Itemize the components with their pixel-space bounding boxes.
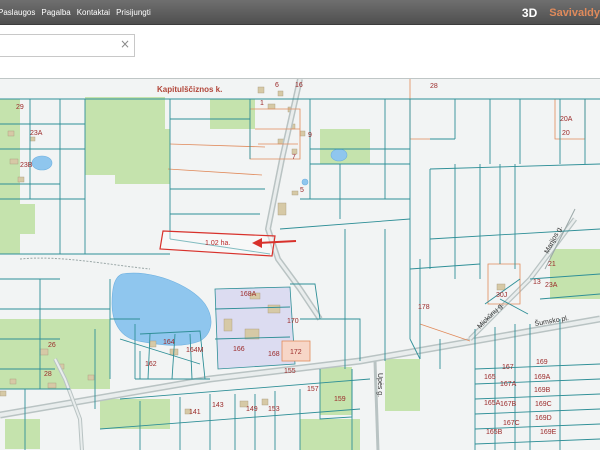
brand-area: 3D Savivaldy (522, 0, 600, 25)
nav-link-prisijungti[interactable]: Prisijungti (116, 8, 151, 17)
parcel-label: 159 (334, 396, 346, 403)
parcel-label: 165B (486, 429, 503, 436)
parcel-label: 20A (560, 116, 573, 123)
parcel-label: 1 (260, 100, 264, 107)
street-label-upes: Upės g. (376, 373, 383, 397)
parcel-label: 166 (233, 346, 245, 353)
parcel-label: 169C (535, 401, 552, 408)
parcel-label: 29 (16, 104, 24, 111)
parcel-label: 169B (534, 387, 551, 394)
nav-link-paslaugos[interactable]: Paslaugos (0, 8, 35, 17)
parcel-label: 7 (292, 154, 296, 161)
search-input[interactable] (0, 35, 114, 56)
parcel-label: 26 (48, 342, 56, 349)
parcel-label: 6 (275, 82, 279, 89)
parcel-label: 23A (30, 130, 43, 137)
parcel-label: 23B (20, 162, 33, 169)
parcel-label: 172 (290, 349, 302, 356)
parcel-label: 28 (430, 83, 438, 90)
parcel-label: 168 (268, 351, 280, 358)
parcel-label: 162 (145, 361, 157, 368)
close-icon[interactable]: × (120, 37, 130, 51)
parcel-label: 167B (500, 401, 517, 408)
parcel-label: 164M (186, 347, 204, 354)
parcel-label: 5 (300, 187, 304, 194)
parcel-label: 153 (268, 406, 280, 413)
parcel-label: 169D (535, 415, 552, 422)
nav-link-pagalba[interactable]: Pagalba (41, 8, 70, 17)
search-box: × (0, 34, 135, 57)
parcel-label: 165 (484, 374, 496, 381)
parcel-label: 149 (246, 406, 258, 413)
parcel-label: 13 (533, 279, 541, 286)
parcel-label: 167C (503, 420, 520, 427)
parcel-label: 23A (545, 282, 558, 289)
parcel-label: 155 (284, 368, 296, 375)
parcel-label: 170 (287, 318, 299, 325)
parcel-label: 20 (562, 130, 570, 137)
parcel-label: 178 (418, 304, 430, 311)
parcel-label: 169E (540, 429, 557, 436)
parcel-label: 169 (536, 359, 548, 366)
parcel-label: 169A (534, 374, 551, 381)
search-bar: × (0, 25, 600, 77)
parcel-label: 164 (163, 339, 175, 346)
village-label: Kapitulščiznos k. (157, 85, 222, 94)
top-navigation-bar: Paslaugos Pagalba Kontaktai Prisijungti … (0, 0, 600, 25)
parcel-label: 167A (500, 381, 517, 388)
parcel-area-label: 1.02 ha. (205, 240, 230, 247)
nav-link-kontaktai[interactable]: Kontaktai (77, 8, 110, 17)
parcel-label: 141 (189, 409, 201, 416)
map-svg: 1.02 ha. Kapitulščiznos k. Šumsko pl. Up… (0, 79, 600, 450)
parcel-label: 168A (240, 291, 257, 298)
parcel-label: 157 (307, 386, 319, 393)
3d-view-button[interactable]: 3D (522, 6, 537, 20)
main-nav: Paslaugos Pagalba Kontaktai Prisijungti (0, 0, 157, 25)
parcel-label: 165A (484, 400, 501, 407)
parcel-label: 30J (496, 292, 507, 299)
parcel-label: 16 (295, 82, 303, 89)
parcel-label: 21 (548, 261, 556, 268)
site-title[interactable]: Savivaldy (549, 7, 600, 19)
parcel-label: 143 (212, 402, 224, 409)
map-canvas[interactable]: 1.02 ha. Kapitulščiznos k. Šumsko pl. Up… (0, 78, 600, 450)
parcel-label: 167 (502, 364, 514, 371)
parcel-label: 28 (44, 371, 52, 378)
parcel-label: 9 (308, 132, 312, 139)
